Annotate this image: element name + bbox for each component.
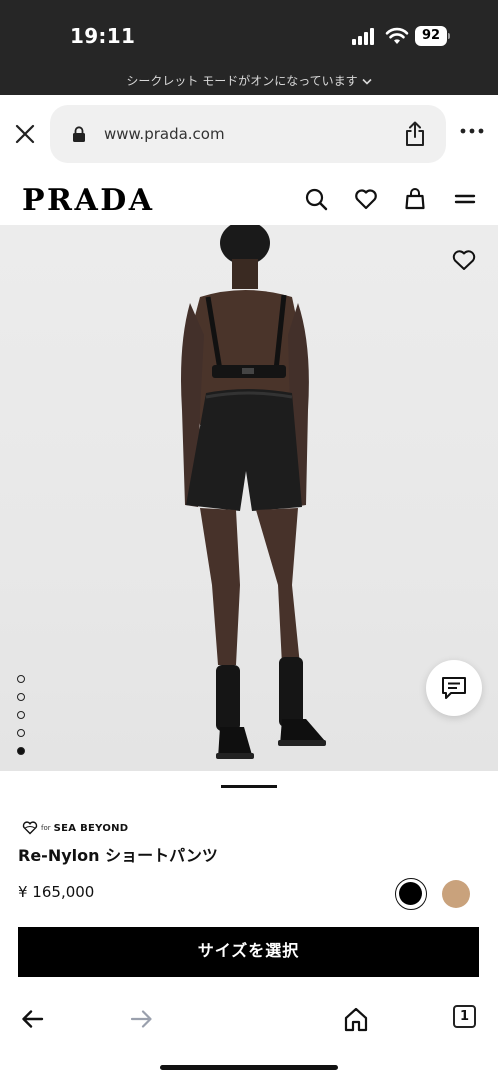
home-icon[interactable] <box>343 1006 369 1032</box>
color-swatch-black[interactable] <box>395 878 427 910</box>
heart-icon[interactable] <box>452 249 476 271</box>
drawer-handle[interactable] <box>221 785 277 788</box>
status-bar: 19:11 92 シークレット モードがオンになっています <box>0 0 498 95</box>
product-image-gallery[interactable] <box>0 225 498 771</box>
sea-beyond-heart-icon <box>22 821 38 835</box>
badge-brand: SEA BEYOND <box>53 822 129 834</box>
chevron-down-icon <box>362 77 372 88</box>
gallery-dot[interactable] <box>17 729 25 737</box>
chat-icon <box>442 677 466 699</box>
gallery-dot[interactable] <box>17 693 25 701</box>
url-text: www.prada.com <box>104 125 225 143</box>
gallery-dot-active[interactable] <box>17 747 25 755</box>
lock-icon <box>73 126 85 142</box>
chat-button[interactable] <box>426 660 482 716</box>
incognito-banner[interactable]: シークレット モードがオンになっています <box>0 72 498 89</box>
product-price: ¥ 165,000 <box>18 883 95 901</box>
close-icon[interactable] <box>14 123 36 145</box>
clock: 19:11 <box>70 24 136 48</box>
browser-address-bar: www.prada.com <box>0 95 498 171</box>
battery-level: 92 <box>415 26 447 46</box>
badge-for: for <box>41 824 51 832</box>
product-photo <box>181 225 326 759</box>
incognito-text: シークレット モードがオンになっています <box>126 74 358 88</box>
signal-icon <box>352 28 378 45</box>
gallery-pagination <box>17 675 27 765</box>
select-size-button[interactable]: サイズを選択 <box>18 927 479 977</box>
search-icon[interactable] <box>304 187 328 211</box>
forward-arrow-icon[interactable] <box>128 1006 154 1032</box>
battery-icon: 92 <box>415 26 451 46</box>
tabs-icon[interactable]: 1 <box>453 1005 476 1028</box>
wishlist-icon[interactable] <box>354 187 378 211</box>
sea-beyond-badge: for SEA BEYOND <box>22 820 128 836</box>
url-field[interactable]: www.prada.com <box>50 105 446 163</box>
product-name: Re-Nylon ショートパンツ <box>18 846 218 865</box>
bag-icon[interactable] <box>403 187 427 211</box>
gallery-dot[interactable] <box>17 711 25 719</box>
home-indicator <box>160 1065 338 1070</box>
share-icon[interactable] <box>404 121 426 147</box>
menu-icon[interactable] <box>453 187 477 211</box>
browser-toolbar: 1 <box>0 990 498 1080</box>
gallery-dot[interactable] <box>17 675 25 683</box>
wifi-icon <box>385 27 409 44</box>
back-arrow-icon[interactable] <box>20 1006 46 1032</box>
more-icon[interactable] <box>460 127 484 135</box>
prada-logo[interactable]: PRADA <box>22 183 155 218</box>
site-header: PRADA <box>0 171 498 225</box>
color-swatch-tan[interactable] <box>442 880 470 908</box>
